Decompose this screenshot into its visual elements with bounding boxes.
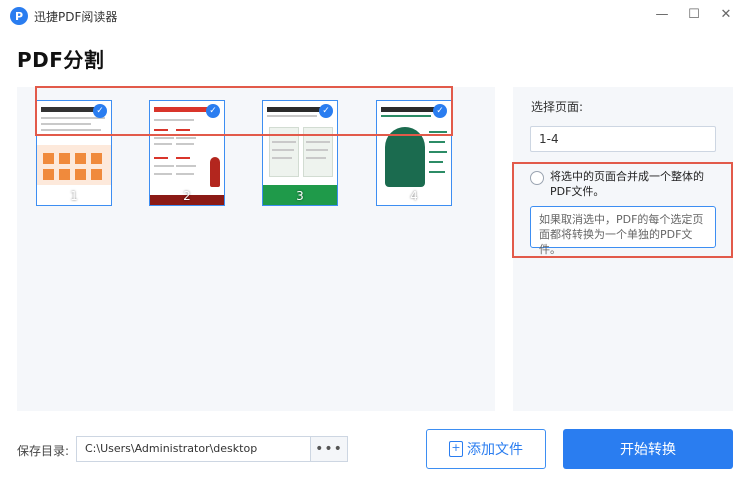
page-thumbnail-3[interactable]: ✓ 3	[262, 100, 338, 206]
page-thumbnail-2[interactable]: ✓ 2	[149, 100, 225, 206]
save-path-input[interactable]: C:\Users\Administrator\desktop	[76, 436, 312, 462]
minimize-button[interactable]: —	[650, 4, 674, 24]
check-icon[interactable]: ✓	[206, 104, 220, 118]
browse-button[interactable]: •••	[310, 436, 348, 462]
app-logo-icon: P	[10, 7, 28, 25]
merge-option-label[interactable]: 将选中的页面合并成一个整体的PDF文件。	[550, 169, 720, 199]
check-icon[interactable]: ✓	[433, 104, 447, 118]
check-icon[interactable]: ✓	[93, 104, 107, 118]
thumbnail-page-number: 4	[410, 189, 418, 203]
app-title: 迅捷PDF阅读器	[34, 10, 118, 24]
thumbnail-page-number: 3	[296, 189, 304, 203]
hint-text: 如果取消选中，PDF的每个选定页面都将转换为一个单独的PDF文件。	[530, 206, 716, 256]
merge-radio[interactable]	[530, 171, 544, 185]
start-convert-button[interactable]: 开始转换	[563, 429, 733, 469]
pages-input[interactable]: 1-4	[530, 126, 716, 152]
pages-label: 选择页面:	[531, 100, 584, 114]
thumbnail-page-number: 2	[183, 189, 191, 203]
page-thumbnail-1[interactable]: ✓ 1	[36, 100, 112, 206]
save-directory-label: 保存目录:	[17, 444, 70, 458]
maximize-button[interactable]: ☐	[682, 4, 706, 24]
check-icon[interactable]: ✓	[319, 104, 333, 118]
add-file-label: 添加文件	[467, 442, 523, 458]
page-title: PDF分割	[17, 48, 105, 72]
add-file-button[interactable]: + 添加文件	[426, 429, 546, 469]
title-bar: P 迅捷PDF阅读器 — ☐ ✕	[0, 0, 750, 32]
thumbnail-page-number: 1	[70, 189, 78, 203]
close-button[interactable]: ✕	[714, 4, 738, 24]
page-thumbnail-4[interactable]: ✓ 4	[376, 100, 452, 206]
add-file-icon: +	[449, 441, 463, 457]
